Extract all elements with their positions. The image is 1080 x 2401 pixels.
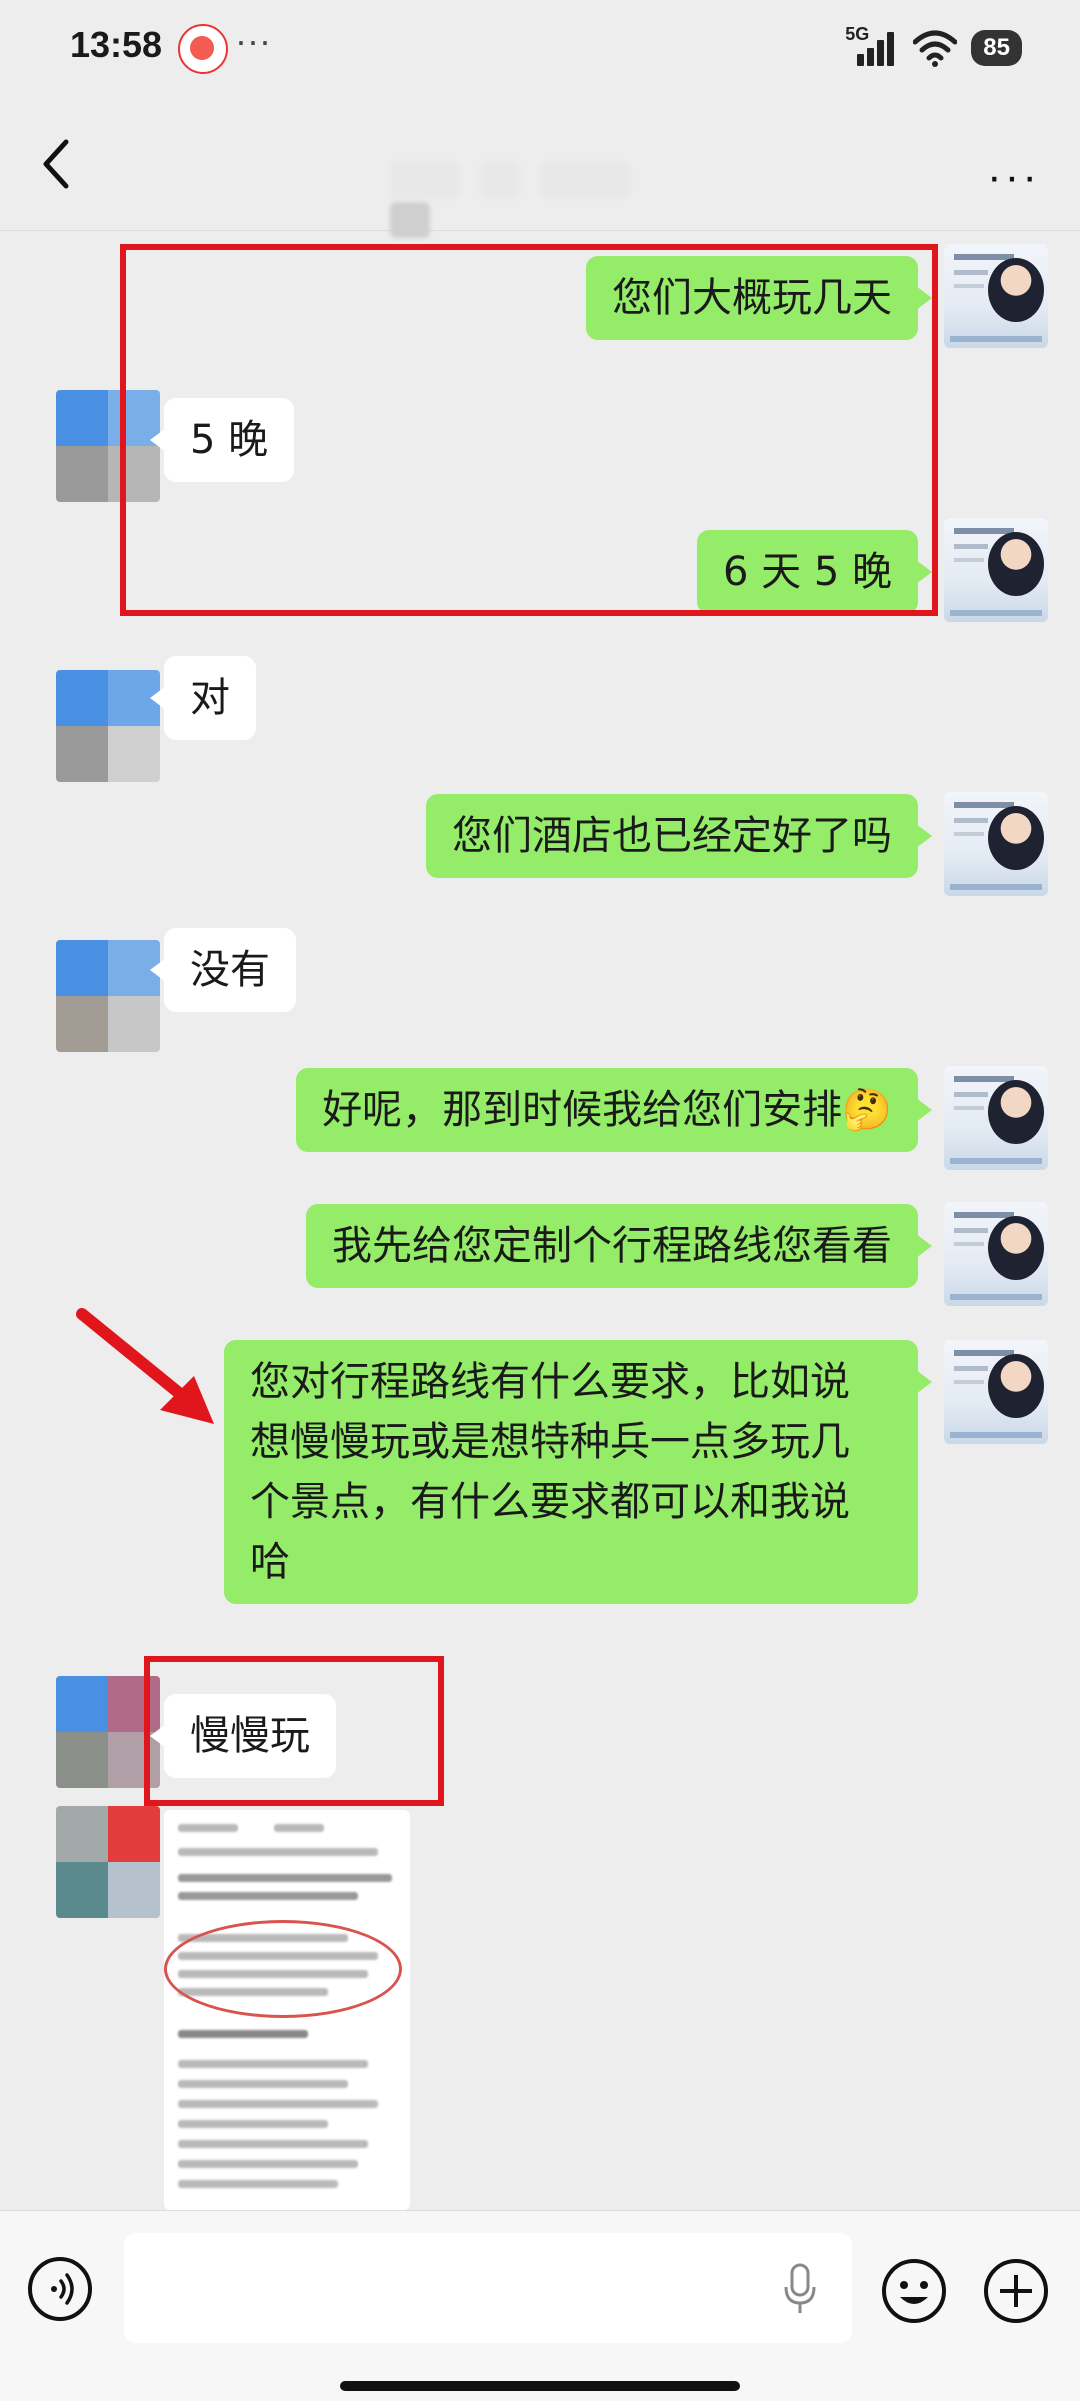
wifi-icon: [913, 30, 958, 67]
red-arrow-annotation: [76, 1308, 214, 1424]
message-bubble-received[interactable]: 对: [150, 656, 256, 740]
my-avatar[interactable]: [944, 792, 1048, 896]
my-avatar[interactable]: [944, 1066, 1048, 1170]
status-time: 13:58: [70, 24, 163, 65]
mic-icon[interactable]: [782, 2261, 818, 2317]
highlight-frame: [120, 244, 938, 616]
emoji-icon[interactable]: [880, 2257, 948, 2325]
message-bubble-sent[interactable]: 好呢，那到时候我给您们安排🤔: [296, 1068, 932, 1152]
home-indicator: [340, 2381, 740, 2391]
contact-avatar[interactable]: [56, 940, 160, 1052]
status-icons: 5G 85: [845, 24, 1022, 72]
message-bubble-sent[interactable]: 我先给您定制个行程路线您看看: [306, 1204, 932, 1288]
message-line: 个景点，有什么要求都可以和我说: [250, 1479, 850, 1525]
my-avatar[interactable]: [944, 1202, 1048, 1306]
chat-title-redacted: [390, 162, 700, 238]
contact-avatar[interactable]: [56, 670, 160, 782]
cellular-signal-icon: 5G: [845, 24, 899, 68]
plus-icon[interactable]: [982, 2257, 1050, 2325]
message-bubble-sent[interactable]: 您们酒店也已经定好了吗: [426, 794, 932, 878]
notification-app-icon: [178, 24, 228, 74]
input-bar: [0, 2210, 1080, 2401]
more-notifications-icon: ···: [235, 20, 271, 61]
voice-input-icon[interactable]: [28, 2257, 92, 2321]
image-message[interactable]: [164, 1810, 410, 2210]
back-icon[interactable]: [36, 136, 76, 192]
circled-annotation: [164, 1920, 402, 2018]
my-avatar[interactable]: [944, 518, 1048, 622]
highlight-frame: [144, 1656, 444, 1806]
battery-indicator: 85: [971, 30, 1022, 66]
status-bar: 13:58 ··· 5G 85: [0, 0, 1080, 96]
message-input-field[interactable]: [124, 2233, 852, 2343]
message-line: 哈: [250, 1539, 290, 1585]
message-bubble-sent[interactable]: 您对行程路线有什么要求，比如说 想慢慢玩或是想特种兵一点多玩几 个景点，有什么要…: [224, 1340, 932, 1604]
more-options-icon[interactable]: ···: [987, 152, 1040, 202]
my-avatar[interactable]: [944, 244, 1048, 348]
chat-header: ···: [0, 96, 1080, 238]
contact-avatar[interactable]: [56, 1806, 160, 1918]
thinking-emoji-icon: 🤔: [842, 1087, 892, 1133]
message-line: 想慢慢玩或是想特种兵一点多玩几: [250, 1419, 850, 1465]
message-bubble-received[interactable]: 没有: [150, 928, 296, 1012]
message-text: 好呢，那到时候我给您们安排: [322, 1087, 843, 1133]
my-avatar[interactable]: [944, 1340, 1048, 1444]
message-line: 您对行程路线有什么要求，比如说: [250, 1359, 850, 1405]
